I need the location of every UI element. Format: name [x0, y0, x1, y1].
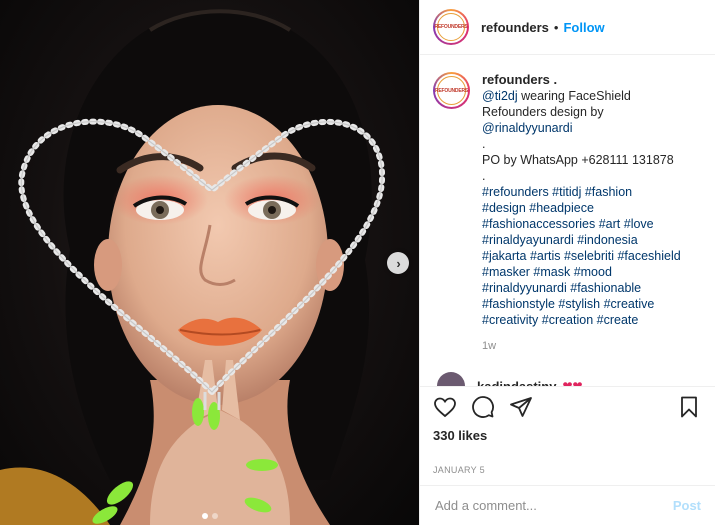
post-actions: 330 likes JANUARY 5	[420, 386, 715, 475]
caption-line: Refounders design by	[482, 105, 604, 119]
post-comment-button[interactable]: Post	[673, 498, 701, 513]
comment-icon[interactable]	[471, 395, 495, 419]
account-username[interactable]: refounders	[481, 20, 549, 35]
chevron-right-icon: ›	[396, 255, 401, 271]
hashtag-line[interactable]: #rinaldyyunardi #fashionable	[482, 280, 701, 296]
mention-link[interactable]: @ti2dj	[482, 89, 518, 103]
comment-item: kadindastiny ❤❤	[433, 372, 701, 386]
caption-avatar[interactable]: REFOUNDERS	[433, 72, 470, 109]
caption-line: .	[482, 137, 486, 151]
post-side-panel: REFOUNDERS refounders • Follow REFOUNDER…	[419, 0, 715, 525]
follow-button[interactable]: Follow	[563, 20, 604, 35]
account-avatar[interactable]: REFOUNDERS	[433, 9, 469, 45]
caption-age[interactable]: 1w	[482, 338, 701, 354]
commenter-username[interactable]: kadindastiny	[477, 379, 556, 387]
hashtag-line[interactable]: #rinaldyayunardi #indonesia	[482, 232, 701, 248]
caption: REFOUNDERS refounders . @ti2dj wearing F…	[433, 72, 701, 354]
mention-link[interactable]: @rinaldyyunardi	[482, 120, 701, 136]
hashtag-line[interactable]: #refounders #titidj #fashion	[482, 184, 701, 200]
caption-author[interactable]: refounders .	[482, 72, 701, 88]
heart-icon[interactable]	[433, 395, 457, 419]
avatar-logo-text: REFOUNDERS	[435, 87, 469, 94]
hashtag-line[interactable]: #design #headpiece	[482, 200, 701, 216]
header-separator: •	[553, 19, 559, 35]
hashtag-line[interactable]: #masker #mask #mood	[482, 264, 701, 280]
hashtag-line[interactable]: #jakarta #artis #selebriti #faceshield	[482, 248, 701, 264]
bookmark-icon[interactable]	[677, 395, 701, 419]
hashtag-line[interactable]: #creativity #creation #create	[482, 312, 701, 328]
post-header: REFOUNDERS refounders • Follow	[420, 0, 715, 55]
commenter-avatar[interactable]	[437, 372, 465, 386]
portrait-illustration	[0, 9, 386, 525]
caption-line: .	[482, 169, 486, 183]
comments-list[interactable]: REFOUNDERS refounders . @ti2dj wearing F…	[420, 56, 715, 386]
caption-line: PO by WhatsApp +628111 131878	[482, 153, 674, 167]
likes-count[interactable]: 330 likes	[433, 428, 701, 443]
avatar-logo-text: REFOUNDERS	[434, 24, 468, 30]
add-comment-bar: Post	[420, 485, 715, 525]
post-photo[interactable]: ›	[0, 0, 419, 525]
post-date[interactable]: JANUARY 5	[433, 465, 485, 475]
paper-plane-icon[interactable]	[509, 395, 533, 419]
carousel-dot	[201, 513, 208, 519]
carousel-dot	[211, 513, 218, 519]
comment-input[interactable]	[435, 498, 673, 513]
carousel-indicator	[0, 513, 419, 519]
carousel-next-button[interactable]: ›	[387, 252, 409, 274]
hashtag-line[interactable]: #fashionaccessories #art #love	[482, 216, 701, 232]
hashtag-line[interactable]: #fashionstyle #stylish #creative	[482, 296, 701, 312]
comment-text: ❤❤	[562, 379, 583, 386]
caption-line: @ti2dj wearing FaceShield	[482, 89, 631, 103]
